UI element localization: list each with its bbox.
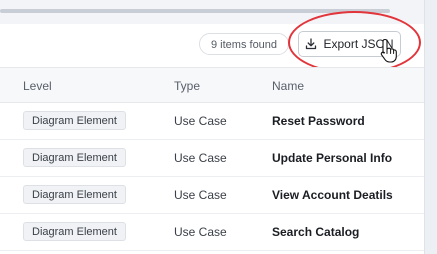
table-row[interactable]: Diagram Element Use Case Search Catalog [0, 214, 424, 251]
name-cell: View Account Deatils [272, 188, 393, 202]
horizontal-scrollbar[interactable] [0, 9, 390, 13]
type-cell: Use Case [174, 151, 227, 165]
table-row[interactable]: Diagram Element Use Case View Account De… [0, 177, 424, 214]
vertical-scrollbar-track[interactable] [424, 0, 437, 254]
type-cell: Use Case [174, 188, 227, 202]
level-tag: Diagram Element [23, 111, 126, 130]
table-row[interactable]: Diagram Element Use Case Update Personal… [0, 140, 424, 177]
table-row[interactable]: Diagram Element Use Case Reset Password [0, 103, 424, 140]
export-json-label: Export JSON [323, 37, 394, 51]
column-header-name[interactable]: Name [272, 79, 304, 93]
table-header: Level Type Name [0, 67, 424, 103]
name-cell: Search Catalog [272, 225, 360, 239]
name-cell: Update Personal Info [272, 151, 393, 165]
top-panel [0, 0, 424, 24]
level-tag: Diagram Element [23, 185, 126, 204]
type-cell: Use Case [174, 114, 227, 128]
level-tag: Diagram Element [23, 148, 126, 167]
name-cell: Reset Password [272, 114, 365, 128]
level-tag: Diagram Element [23, 222, 126, 241]
column-header-level[interactable]: Level [23, 79, 52, 93]
items-count-badge: 9 items found [199, 33, 290, 55]
download-icon [305, 38, 317, 50]
type-cell: Use Case [174, 225, 227, 239]
export-json-button[interactable]: Export JSON [298, 31, 401, 57]
column-header-type[interactable]: Type [174, 79, 200, 93]
